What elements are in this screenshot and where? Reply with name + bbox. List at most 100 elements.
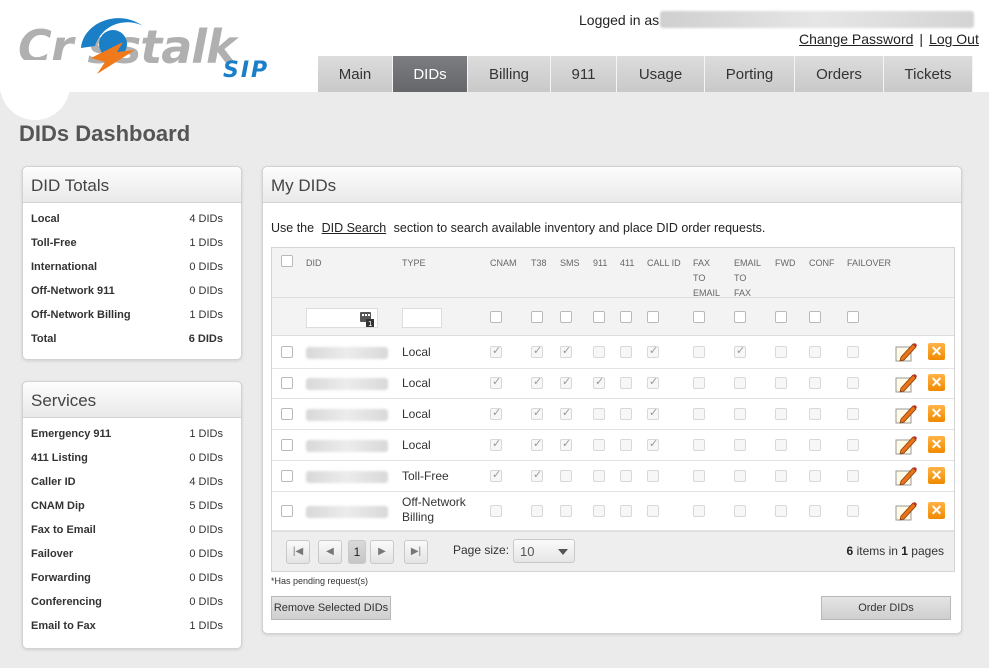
column-header[interactable]: FWD	[775, 256, 796, 271]
column-header[interactable]: 911	[593, 256, 607, 271]
filter-checkbox[interactable]	[734, 311, 746, 323]
edit-icon[interactable]	[894, 500, 918, 522]
did-type: Local	[402, 376, 431, 390]
tab-billing[interactable]: Billing	[468, 56, 551, 92]
tab-911[interactable]: 911	[551, 56, 617, 92]
change-password-link[interactable]: Change Password	[799, 31, 913, 47]
column-header[interactable]: T38	[531, 256, 547, 271]
stat-row: Conferencing 0 DIDs	[23, 590, 241, 614]
row-select-checkbox[interactable]	[281, 504, 293, 517]
tab-orders[interactable]: Orders	[795, 56, 884, 92]
stat-value: 4 DIDs	[189, 476, 223, 488]
next-page-button[interactable]: ▶	[370, 540, 394, 564]
service-flag-checkbox	[647, 504, 659, 517]
service-flag-checkbox	[620, 504, 632, 517]
filter-checkbox[interactable]	[531, 311, 543, 323]
stat-label: Email to Fax	[31, 620, 96, 632]
service-flag-checkbox	[620, 377, 632, 389]
row-select-checkbox[interactable]	[281, 407, 293, 420]
delete-icon[interactable]: ✕	[928, 501, 945, 519]
type-filter-input[interactable]	[402, 308, 442, 328]
filter-checkbox[interactable]	[693, 311, 705, 323]
dids-grid: DID TYPE CNAM T38 SMS 911 411 CALL ID FAX TO EMA…	[271, 247, 955, 572]
order-dids-button[interactable]: Order DIDs	[821, 596, 951, 620]
service-flag-checkbox	[593, 407, 605, 420]
did-number-redacted	[306, 378, 388, 390]
service-flag-checkbox	[775, 504, 787, 517]
select-all-checkbox[interactable]	[281, 255, 293, 267]
first-page-button[interactable]: |◀	[286, 540, 310, 564]
row-select-checkbox[interactable]	[281, 469, 293, 482]
row-select-checkbox[interactable]	[281, 345, 293, 358]
tab-tickets[interactable]: Tickets	[884, 56, 973, 92]
delete-icon[interactable]: ✕	[928, 404, 945, 422]
service-flag-checkbox	[647, 406, 659, 420]
delete-icon[interactable]: ✕	[928, 374, 945, 391]
service-flag-checkbox	[693, 377, 705, 389]
tab-main[interactable]: Main	[318, 56, 393, 92]
delete-icon[interactable]: ✕	[928, 466, 945, 484]
column-header[interactable]: 411	[620, 256, 634, 271]
tab-porting[interactable]: Porting	[705, 56, 795, 92]
edit-icon[interactable]	[894, 341, 918, 363]
did-totals-title: DID Totals	[23, 167, 241, 203]
filter-checkbox[interactable]	[647, 311, 659, 323]
filter-icon[interactable]: 1	[359, 311, 375, 327]
current-page-button[interactable]: 1	[348, 540, 366, 564]
stat-value: 6 DIDs	[188, 333, 223, 345]
tab-dids[interactable]: DIDs	[393, 56, 468, 92]
row-select-checkbox[interactable]	[281, 377, 293, 389]
delete-icon[interactable]: ✕	[928, 342, 945, 360]
table-row: Local ✕	[272, 336, 954, 369]
did-search-link[interactable]: DID Search	[322, 221, 387, 235]
filter-checkbox[interactable]	[620, 311, 632, 323]
edit-icon[interactable]	[894, 465, 918, 487]
service-flag-checkbox	[531, 344, 543, 358]
items-count: 6	[846, 544, 854, 558]
service-flag-checkbox	[593, 345, 605, 358]
stat-value: 1 DIDs	[189, 620, 223, 632]
services-panel: Services Emergency 911 1 DIDs 411 Listing 0…	[22, 381, 242, 649]
service-flag-checkbox	[847, 377, 859, 389]
column-header[interactable]: DID	[306, 256, 322, 271]
logout-link[interactable]: Log Out	[929, 31, 979, 47]
edit-icon[interactable]	[894, 372, 918, 394]
edit-icon[interactable]	[894, 403, 918, 425]
my-dids-panel: My DIDs Use the DID Search section to se…	[262, 166, 962, 634]
column-header[interactable]: CNAM	[490, 256, 517, 271]
service-flag-checkbox	[809, 438, 821, 451]
did-type: Off-Network Billing	[402, 495, 466, 524]
filter-checkbox[interactable]	[560, 311, 572, 323]
my-dids-intro: Use the DID Search section to search ava…	[271, 221, 765, 235]
column-header[interactable]: TYPE	[402, 256, 426, 271]
last-page-button[interactable]: ▶|	[404, 540, 428, 564]
service-flag-checkbox	[593, 375, 605, 389]
stat-value: 0 DIDs	[189, 596, 223, 608]
table-row: Toll-Free ✕	[272, 461, 954, 492]
filter-checkbox[interactable]	[809, 311, 821, 323]
row-select-checkbox[interactable]	[281, 438, 293, 451]
filter-checkbox[interactable]	[593, 311, 605, 323]
service-flag-checkbox	[560, 375, 572, 389]
did-number-redacted	[306, 346, 388, 359]
filter-checkbox[interactable]	[775, 311, 787, 323]
remove-selected-dids-button[interactable]: Remove Selected DIDs	[271, 596, 391, 620]
column-header[interactable]: FAILOVER	[847, 256, 891, 271]
edit-icon[interactable]	[894, 434, 918, 456]
delete-icon[interactable]: ✕	[928, 435, 945, 453]
column-header[interactable]: EMAIL TO FAX	[734, 256, 764, 301]
prev-page-button[interactable]: ◀	[318, 540, 342, 564]
column-header[interactable]: CALL ID	[647, 256, 681, 271]
page-size-select[interactable]: 10	[513, 539, 575, 563]
column-header[interactable]: CONF	[809, 256, 835, 271]
did-filter-input[interactable]: 1	[306, 308, 378, 328]
did-number-redacted	[306, 439, 388, 452]
filter-checkbox[interactable]	[490, 311, 502, 323]
service-flag-checkbox	[809, 504, 821, 517]
table-row: Off-Network Billing ✕	[272, 492, 954, 531]
column-header[interactable]: FAX TO EMAIL	[693, 256, 723, 301]
column-header[interactable]: SMS	[560, 256, 580, 271]
tab-usage[interactable]: Usage	[617, 56, 705, 92]
filter-checkbox[interactable]	[847, 311, 859, 323]
pending-note: *Has pending request(s)	[271, 576, 369, 586]
